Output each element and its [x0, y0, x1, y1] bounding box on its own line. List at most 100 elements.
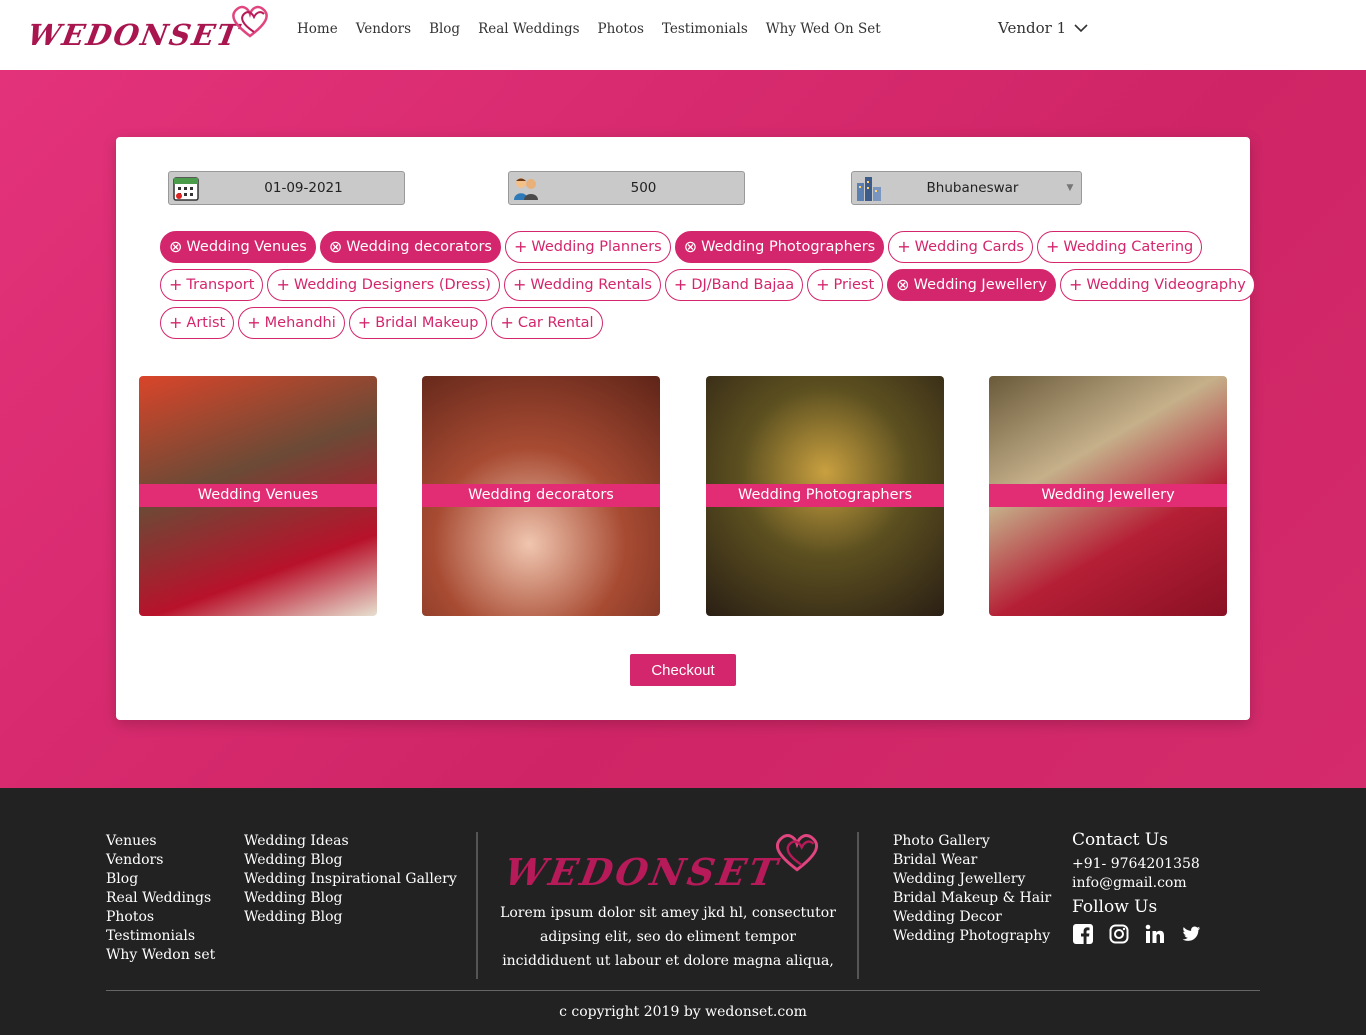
add-icon: + — [169, 275, 183, 294]
user-menu[interactable]: Vendor 1 — [998, 19, 1088, 37]
footer-link[interactable]: Bridal Wear — [893, 851, 1051, 870]
add-icon: + — [513, 237, 528, 256]
footer-link[interactable]: Blog — [106, 870, 215, 889]
footer-link[interactable]: Photo Gallery — [893, 832, 1051, 851]
footer-links-gallery: Photo Gallery Bridal Wear Wedding Jewell… — [893, 832, 1051, 946]
chip-label: Priest — [833, 277, 875, 293]
remove-icon: ⊗ — [169, 237, 183, 256]
chip-wedding-rentals[interactable]: + Wedding Rentals — [503, 269, 661, 301]
chip-row-3: + Artist + Mehandhi + Bridal Makeup + Car Re… — [160, 307, 1230, 339]
checkout-button[interactable]: Checkout — [630, 654, 736, 686]
footer-link[interactable]: Venues — [106, 832, 215, 851]
add-icon: + — [897, 237, 911, 256]
remove-icon: ⊗ — [683, 237, 698, 256]
tile-caption: Wedding Jewellery — [989, 484, 1227, 507]
logo-text: WEDONSET — [25, 18, 244, 52]
footer-links-ideas: Wedding Ideas Wedding Blog Wedding Inspi… — [244, 832, 457, 927]
nav-blog[interactable]: Blog — [429, 21, 460, 37]
footer-link[interactable]: Real Weddings — [106, 889, 215, 908]
chip-label: Transport — [186, 277, 255, 293]
chip-transport[interactable]: + Transport — [160, 269, 264, 301]
city-select[interactable]: Bhubaneswar ▼ — [851, 171, 1082, 205]
chip-wedding-jewellery[interactable]: ⊗ Wedding Jewellery — [887, 269, 1056, 301]
chip-wedding-decorators[interactable]: ⊗ Wedding decorators — [319, 231, 501, 263]
chip-label: Wedding Rentals — [530, 277, 652, 293]
chevron-down-icon — [1074, 24, 1088, 33]
linkedin-icon[interactable] — [1144, 923, 1166, 945]
city-icon — [852, 172, 886, 204]
chip-wedding-catering[interactable]: + Wedding Catering — [1036, 231, 1203, 263]
nav-why-wed-on-set[interactable]: Why Wed On Set — [766, 21, 881, 37]
chip-wedding-videography[interactable]: + Wedding Videography — [1059, 269, 1255, 301]
footer-separator — [106, 990, 1260, 991]
chip-dj-band-bajaa[interactable]: + DJ/Band Bajaa — [664, 269, 804, 301]
add-icon: + — [1045, 237, 1060, 256]
footer-link[interactable]: Wedding Blog — [244, 851, 457, 870]
site-footer: Venues Vendors Blog Real Weddings Photos… — [0, 788, 1366, 1035]
chip-row-2: + Transport + Wedding Designers (Dress) + W… — [160, 269, 1255, 301]
social-links — [1072, 923, 1202, 945]
twitter-icon[interactable] — [1180, 923, 1202, 945]
guests-field[interactable]: 500 — [508, 171, 745, 205]
chip-wedding-photographers[interactable]: ⊗ Wedding Photographers — [674, 231, 885, 263]
chip-label: Wedding Venues — [186, 239, 307, 255]
tile-wedding-jewellery[interactable]: Wedding Jewellery — [989, 376, 1227, 616]
instagram-icon[interactable] — [1108, 923, 1130, 945]
chip-label: Wedding Photographers — [701, 239, 876, 255]
footer-link[interactable]: Wedding Photography — [893, 927, 1051, 946]
footer-link[interactable]: Wedding Blog — [244, 889, 457, 908]
nav-testimonials[interactable]: Testimonials — [662, 21, 748, 37]
chip-wedding-planners[interactable]: + Wedding Planners — [504, 231, 671, 263]
footer-link[interactable]: Wedding Jewellery — [893, 870, 1051, 889]
footer-link[interactable]: Wedding Ideas — [244, 832, 457, 851]
chip-label: Wedding Catering — [1063, 239, 1194, 255]
site-logo[interactable]: WEDONSET — [25, 4, 278, 60]
tile-wedding-photographers[interactable]: Wedding Photographers — [706, 376, 944, 616]
chip-car-rental[interactable]: + Car Rental — [491, 307, 603, 339]
chip-label: Car Rental — [517, 315, 594, 331]
chip-artist[interactable]: + Artist — [160, 307, 235, 339]
chip-mehandhi[interactable]: + Mehandhi — [238, 307, 345, 339]
chip-label: Mehandhi — [264, 315, 336, 331]
city-value: Bhubaneswar — [926, 180, 1019, 196]
guests-icon — [509, 172, 543, 204]
heart-icon — [776, 834, 818, 872]
footer-link[interactable]: Vendors — [106, 851, 215, 870]
chip-wedding-cards[interactable]: + Wedding Cards — [888, 231, 1033, 263]
chip-label: Wedding Planners — [531, 239, 662, 255]
footer-link[interactable]: Wedding Inspirational Gallery — [244, 870, 457, 889]
date-field[interactable]: 01-09-2021 — [168, 171, 405, 205]
chip-label: Wedding Jewellery — [913, 277, 1047, 293]
contact-email[interactable]: info@gmail.com — [1072, 874, 1202, 893]
footer-link[interactable]: Wedding Decor — [893, 908, 1051, 927]
chip-wedding-venues[interactable]: ⊗ Wedding Venues — [160, 231, 316, 263]
contact-phone[interactable]: +91- 9764201358 — [1072, 855, 1202, 874]
user-menu-label: Vendor 1 — [998, 19, 1067, 37]
tile-wedding-venues[interactable]: Wedding Venues — [139, 376, 377, 616]
footer-link[interactable]: Bridal Makeup & Hair — [893, 889, 1051, 908]
nav-real-weddings[interactable]: Real Weddings — [478, 21, 579, 37]
nav-photos[interactable]: Photos — [598, 21, 644, 37]
nav-home[interactable]: Home — [297, 21, 338, 37]
add-icon: + — [247, 313, 261, 332]
facebook-icon[interactable] — [1072, 923, 1094, 945]
footer-link[interactable]: Wedding Blog — [244, 908, 457, 927]
add-icon: + — [1068, 275, 1083, 294]
chip-label: DJ/Band Bajaa — [691, 277, 795, 293]
footer-link[interactable]: Why Wedon set — [106, 946, 215, 965]
remove-icon: ⊗ — [328, 237, 343, 256]
footer-contact: Contact Us +91- 9764201358 info@gmail.co… — [1072, 830, 1202, 945]
nav-vendors[interactable]: Vendors — [356, 21, 411, 37]
chip-wedding-designers[interactable]: + Wedding Designers (Dress) — [267, 269, 500, 301]
tile-wedding-decorators[interactable]: Wedding decorators — [422, 376, 660, 616]
chip-bridal-makeup[interactable]: + Bridal Makeup — [348, 307, 488, 339]
chip-priest[interactable]: + Priest — [807, 269, 884, 301]
dropdown-arrow-icon: ▼ — [1066, 183, 1074, 193]
tile-caption: Wedding Photographers — [706, 484, 944, 507]
chip-label: Bridal Makeup — [375, 315, 479, 331]
footer-link[interactable]: Testimonials — [106, 927, 215, 946]
chip-label: Wedding Videography — [1086, 277, 1246, 293]
copyright-text: c copyright 2019 by wedonset.com — [559, 1004, 807, 1020]
footer-link[interactable]: Photos — [106, 908, 215, 927]
add-icon: + — [500, 313, 514, 332]
